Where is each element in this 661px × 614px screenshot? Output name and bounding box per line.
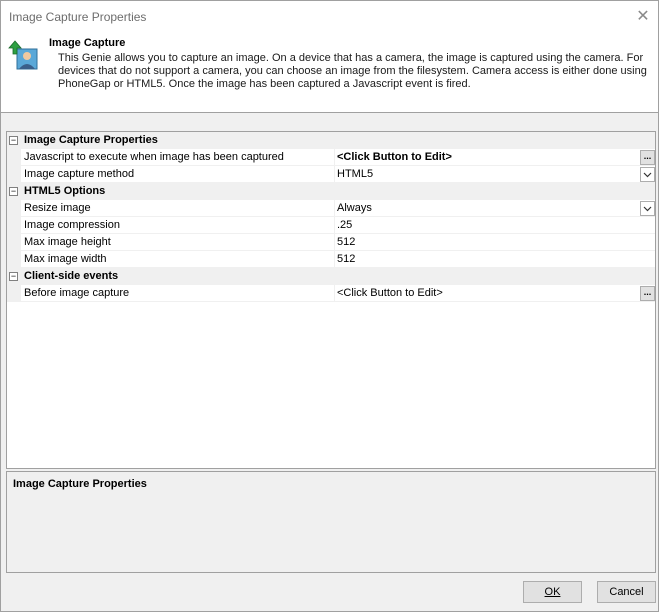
property-name: Max image height <box>24 236 111 248</box>
property-row-resize-image[interactable]: Resize image Always <box>7 200 655 217</box>
chevron-down-icon[interactable] <box>640 201 655 216</box>
property-row-max-image-width[interactable]: Max image width 512 <box>7 251 655 268</box>
dialog-window: Image Capture Properties ✕ Image Capture… <box>0 0 659 612</box>
property-row-image-capture-method[interactable]: Image capture method HTML5 <box>7 166 655 183</box>
property-value[interactable]: 512 <box>337 236 355 248</box>
ok-button-label: OK <box>544 586 561 598</box>
genie-header: Image Capture This Genie allows you to c… <box>1 31 658 113</box>
category-client-side-events[interactable]: − Client-side events <box>7 268 655 285</box>
property-name: Image compression <box>24 219 120 231</box>
row-gutter <box>7 217 21 234</box>
row-gutter <box>7 149 21 166</box>
row-gutter <box>7 200 21 217</box>
property-value[interactable]: <Click Button to Edit> <box>337 287 443 299</box>
property-name: Resize image <box>24 202 91 214</box>
row-separator <box>21 301 655 302</box>
collapse-icon[interactable]: − <box>9 136 18 145</box>
help-title: Image Capture Properties <box>13 478 147 490</box>
close-icon[interactable]: ✕ <box>628 1 658 31</box>
edit-ellipsis-button[interactable]: ... <box>640 150 655 165</box>
column-divider <box>334 166 335 183</box>
category-label: HTML5 Options <box>24 185 106 197</box>
column-divider <box>334 149 335 166</box>
column-divider <box>334 285 335 302</box>
cancel-button[interactable]: Cancel <box>597 581 656 603</box>
collapse-icon[interactable]: − <box>9 272 18 281</box>
title-bar: Image Capture Properties ✕ <box>1 1 658 31</box>
column-divider <box>334 217 335 234</box>
column-divider <box>334 251 335 268</box>
property-row-max-image-height[interactable]: Max image height 512 <box>7 234 655 251</box>
category-image-capture-properties[interactable]: − Image Capture Properties <box>7 132 655 149</box>
row-gutter <box>7 251 21 268</box>
cancel-button-label: Cancel <box>609 586 644 598</box>
property-row-javascript-captured[interactable]: Javascript to execute when image has bee… <box>7 149 655 166</box>
category-label: Image Capture Properties <box>24 134 158 146</box>
window-title: Image Capture Properties <box>9 10 147 24</box>
collapse-icon[interactable]: − <box>9 187 18 196</box>
category-html5-options[interactable]: − HTML5 Options <box>7 183 655 200</box>
row-gutter <box>7 285 21 302</box>
edit-ellipsis-button[interactable]: ... <box>640 286 655 301</box>
header-title: Image Capture <box>49 37 126 49</box>
column-divider <box>334 234 335 251</box>
property-name: Before image capture <box>24 287 130 299</box>
ok-button[interactable]: OK <box>523 581 582 603</box>
property-value[interactable]: .25 <box>337 219 352 231</box>
row-gutter <box>7 166 21 183</box>
property-value[interactable]: <Click Button to Edit> <box>337 151 452 163</box>
property-value[interactable]: Always <box>337 202 372 214</box>
help-panel: Image Capture Properties <box>6 471 656 573</box>
property-grid: − Image Capture Properties Javascript to… <box>6 131 656 469</box>
category-label: Client-side events <box>24 270 119 282</box>
user-upload-icon <box>8 40 38 70</box>
chevron-down-icon[interactable] <box>640 167 655 182</box>
property-value[interactable]: HTML5 <box>337 168 373 180</box>
property-value[interactable]: 512 <box>337 253 355 265</box>
header-description: This Genie allows you to capture an imag… <box>58 52 647 90</box>
property-row-before-image-capture[interactable]: Before image capture <Click Button to Ed… <box>7 285 655 302</box>
property-name: Image capture method <box>24 168 135 180</box>
row-gutter <box>7 234 21 251</box>
property-name: Max image width <box>24 253 107 265</box>
property-row-image-compression[interactable]: Image compression .25 <box>7 217 655 234</box>
property-name: Javascript to execute when image has bee… <box>24 151 284 163</box>
column-divider <box>334 200 335 217</box>
